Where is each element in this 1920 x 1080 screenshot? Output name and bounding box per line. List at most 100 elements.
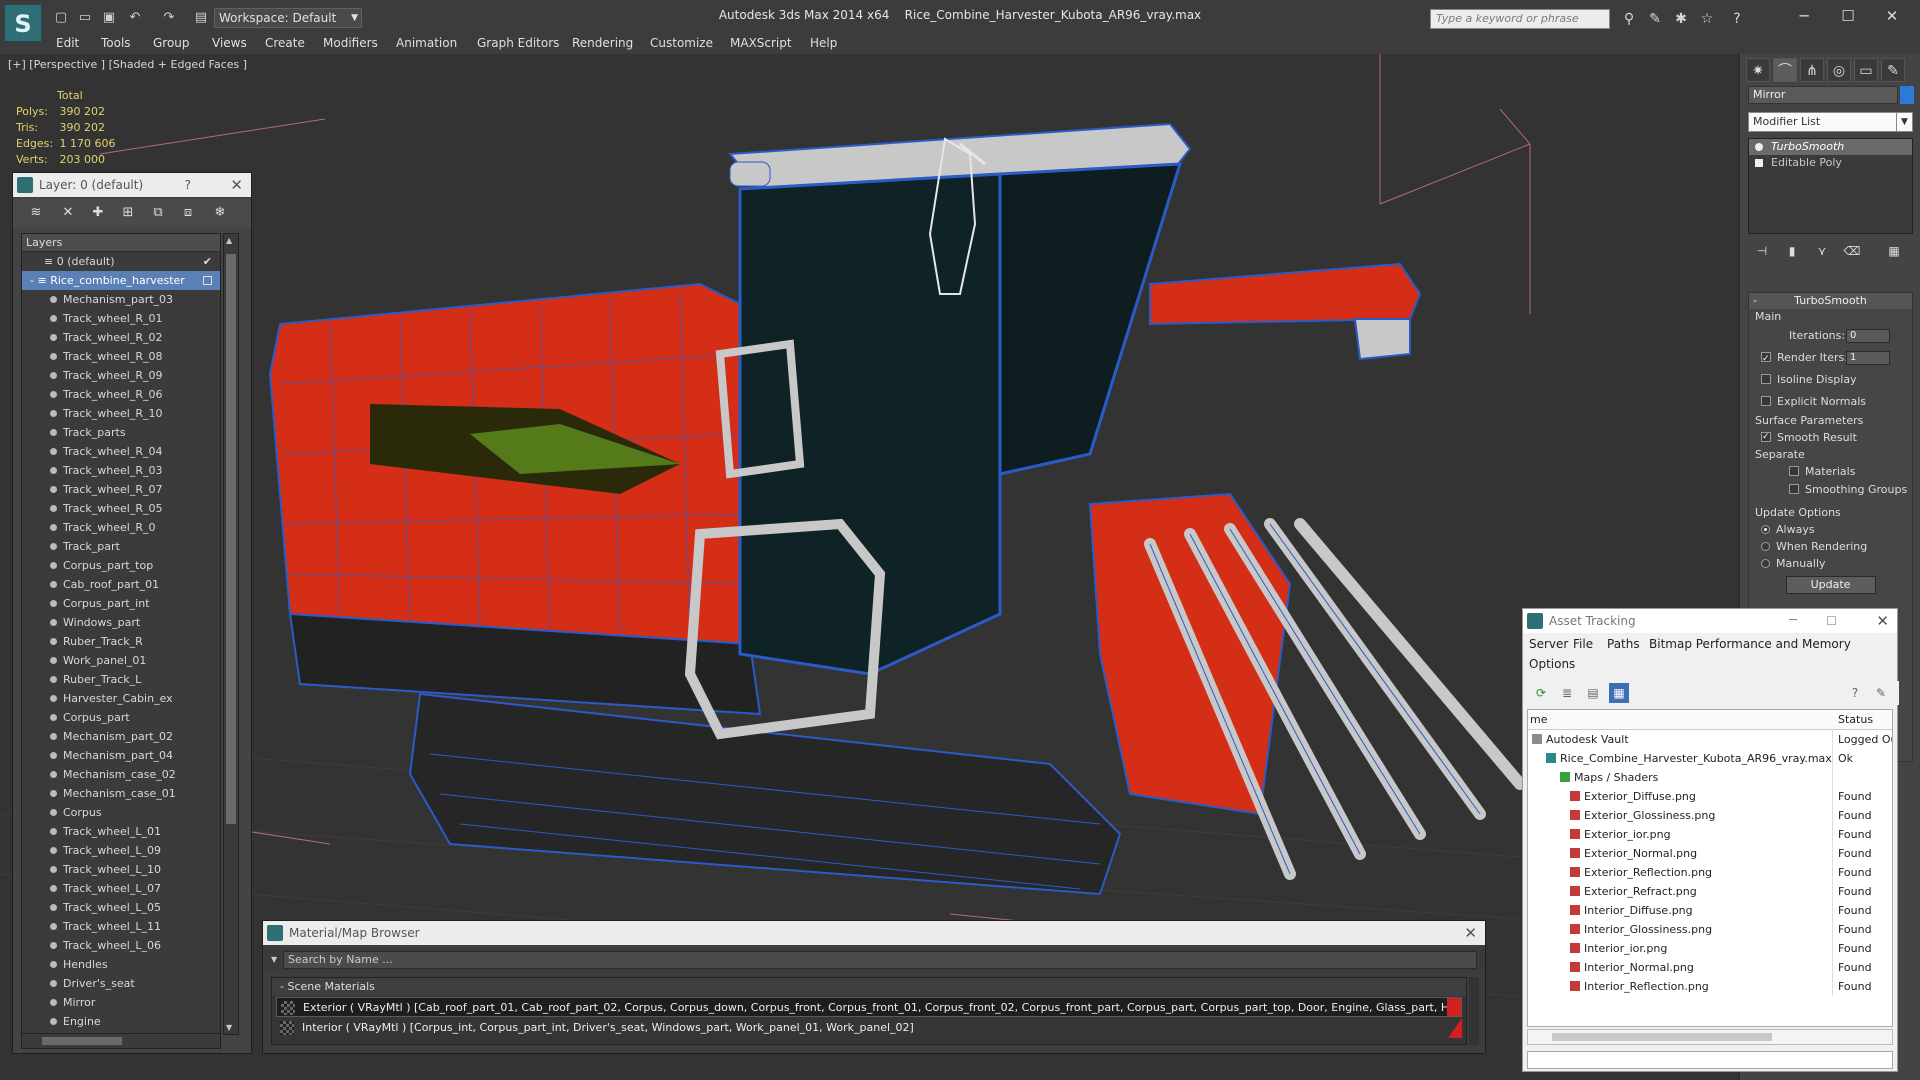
layer-object-row[interactable]: Corpus_part_int [22, 594, 220, 613]
asset-row[interactable]: Interior_ior.png Found [1528, 939, 1892, 958]
layers-column-header[interactable]: Layers [22, 234, 220, 252]
save-file-icon[interactable]: ▣ [98, 8, 120, 28]
asset-horizontal-scrollbar[interactable] [1527, 1029, 1893, 1045]
layer-help-button[interactable]: ? [185, 173, 191, 197]
isoline-checkbox[interactable] [1761, 374, 1771, 384]
add-to-layer-icon[interactable]: ⧉ [147, 203, 169, 223]
layer-object-row[interactable]: Track_wheel_R_09 [22, 366, 220, 385]
layer-object-row[interactable]: Track_wheel_L_06 [22, 936, 220, 955]
add-layer-icon[interactable]: ✚ [87, 203, 109, 223]
asset-row[interactable]: Interior_Reflection.png Found [1528, 977, 1892, 996]
scene-materials-header[interactable]: - Scene Materials [272, 978, 1466, 996]
material-scrollbar[interactable] [1469, 977, 1479, 1045]
column-name-header[interactable]: me [1530, 713, 1547, 726]
asset-menu-paths[interactable]: Paths [1607, 637, 1640, 651]
menu-tools[interactable]: Tools [101, 36, 131, 50]
layer-object-row[interactable]: Track_wheel_R_08 [22, 347, 220, 366]
asset-help-icon[interactable]: ? [1845, 683, 1865, 703]
maximize-button[interactable]: ☐ [1828, 4, 1868, 28]
layer-object-row[interactable]: Ruber_Track_R [22, 632, 220, 651]
material-browser-close-button[interactable]: ✕ [1464, 921, 1477, 945]
workspace-dropdown[interactable]: Workspace: Default ▼ [214, 8, 362, 28]
layer-object-row[interactable]: Track_wheel_L_10 [22, 860, 220, 879]
layer-object-row[interactable]: Work_panel_01 [22, 651, 220, 670]
create-tab-icon[interactable]: ✷ [1746, 58, 1770, 82]
menu-animation[interactable]: Animation [396, 36, 457, 50]
asset-menu-options[interactable]: Options [1529, 657, 1575, 671]
layer-object-row[interactable]: Track_wheel_L_05 [22, 898, 220, 917]
layer-object-row[interactable]: Driver's_seat [22, 974, 220, 993]
asset-close-button[interactable]: ✕ [1876, 609, 1889, 633]
render-iters-checkbox[interactable] [1761, 348, 1771, 370]
layer-object-row[interactable]: Engine [22, 1012, 220, 1031]
remove-modifier-icon[interactable]: ⌫ [1842, 244, 1862, 262]
checkmark-icon[interactable]: ✔ [203, 252, 212, 271]
menu-edit[interactable]: Edit [56, 36, 79, 50]
layer-object-row[interactable]: Track_wheel_L_09 [22, 841, 220, 860]
explicit-normals-checkbox[interactable] [1761, 396, 1771, 406]
layer-object-row[interactable]: Harvester_Cabin_ex [22, 689, 220, 708]
hscroll-thumb[interactable] [42, 1037, 122, 1045]
layer-default-row[interactable]: ≡ 0 (default) ✔ [22, 252, 220, 271]
layer-object-row[interactable]: Track_parts [22, 423, 220, 442]
refresh-icon[interactable]: ⟳ [1531, 683, 1551, 703]
subscription-icon[interactable]: ✎ [1644, 9, 1666, 29]
asset-minimize-button[interactable]: ─ [1789, 609, 1797, 633]
asset-row[interactable]: Exterior_Diffuse.png Found [1528, 787, 1892, 806]
asset-row[interactable]: Exterior_Normal.png Found [1528, 844, 1892, 863]
layer-object-row[interactable]: Corpus_part_top [22, 556, 220, 575]
layer-object-row[interactable]: Ruber_Track_L [22, 670, 220, 689]
asset-row[interactable]: Interior_Diffuse.png Found [1528, 901, 1892, 920]
asset-row[interactable]: Interior_Normal.png Found [1528, 958, 1892, 977]
menu-views[interactable]: Views [212, 36, 247, 50]
menu-customize[interactable]: Customize [650, 36, 713, 50]
asset-row[interactable]: Interior_Glossiness.png Found [1528, 920, 1892, 939]
scroll-down-icon[interactable]: ▼ [226, 1023, 232, 1032]
object-color-swatch[interactable] [1900, 86, 1914, 104]
asset-row[interactable]: Exterior_Refract.png Found [1528, 882, 1892, 901]
layer-object-row[interactable]: Mechanism_case_02 [22, 765, 220, 784]
when-rendering-radio[interactable] [1761, 542, 1770, 551]
display-tab-icon[interactable]: ▭ [1854, 58, 1878, 82]
table-view-icon[interactable]: ▦ [1609, 683, 1629, 703]
asset-menu-bitmap[interactable]: Bitmap Performance and Memory [1649, 637, 1851, 651]
layer-object-row[interactable]: Corpus_part [22, 708, 220, 727]
project-folder-icon[interactable]: ▤ [190, 8, 212, 28]
materials-checkbox[interactable] [1789, 466, 1799, 476]
layer-object-row[interactable]: Track_wheel_R_05 [22, 499, 220, 518]
asset-row[interactable]: Exterior_Glossiness.png Found [1528, 806, 1892, 825]
material-row-exterior[interactable]: Exterior ( VRayMtl ) [Cab_roof_part_01, … [276, 997, 1462, 1017]
layer-object-row[interactable]: Track_wheel_R_01 [22, 309, 220, 328]
asset-scroll-thumb[interactable] [1552, 1033, 1772, 1041]
stack-item-editable-poly[interactable]: Editable Poly [1749, 155, 1912, 171]
column-status-header[interactable]: Status [1838, 713, 1873, 726]
material-browser-titlebar[interactable]: Material/Map Browser ✕ [263, 921, 1485, 945]
material-row-interior[interactable]: Interior ( VRayMtl ) [Corpus_int, Corpus… [276, 1018, 1462, 1038]
layer-harvester-row[interactable]: - ≡ Rice_combine_harvester [22, 271, 220, 290]
menu-help[interactable]: Help [810, 36, 837, 50]
asset-menu-server[interactable]: Server [1529, 637, 1568, 651]
menu-graph-editors[interactable]: Graph Editors [477, 36, 559, 50]
utilities-tab-icon[interactable]: ✎ [1881, 58, 1905, 82]
layer-object-row[interactable]: Track_wheel_R_03 [22, 461, 220, 480]
layer-object-row[interactable]: Track_wheel_L_11 [22, 917, 220, 936]
current-layer-box-icon[interactable] [203, 276, 212, 285]
always-radio[interactable] [1761, 525, 1770, 534]
favorites-star-icon[interactable]: ☆ [1696, 9, 1718, 29]
expand-icon[interactable] [1755, 159, 1763, 167]
layer-object-row[interactable]: Track_wheel_R_04 [22, 442, 220, 461]
asset-status-field[interactable] [1527, 1051, 1893, 1069]
motion-tab-icon[interactable]: ◎ [1827, 58, 1851, 82]
communication-icon[interactable]: ✱ [1670, 9, 1692, 29]
chevron-down-icon[interactable]: ▼ [271, 949, 277, 971]
menu-group[interactable]: Group [153, 36, 190, 50]
layer-object-row[interactable]: Mechanism_part_03 [22, 290, 220, 309]
layer-settings-icon[interactable]: ≋ [25, 203, 47, 223]
pin-stack-icon[interactable]: ⊣ [1752, 244, 1772, 262]
layer-object-row[interactable]: Hendles [22, 955, 220, 974]
object-name-field[interactable]: Mirror [1748, 86, 1898, 104]
close-button[interactable]: ✕ [1872, 4, 1912, 28]
render-iters-spinner[interactable]: 1 [1846, 351, 1890, 365]
delete-layer-icon[interactable]: ✕ [57, 203, 79, 223]
material-search-input[interactable]: Search by Name ... [283, 951, 1477, 969]
